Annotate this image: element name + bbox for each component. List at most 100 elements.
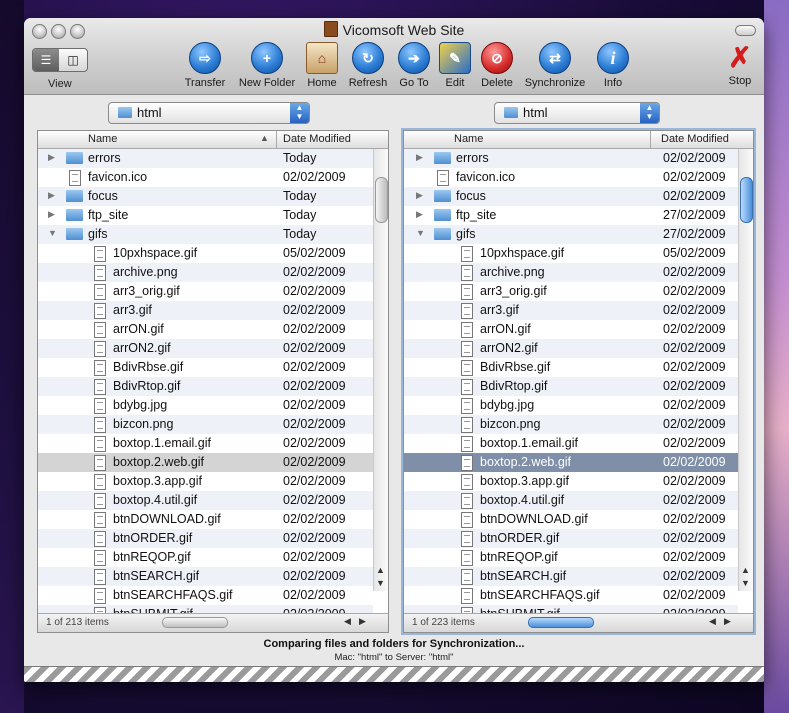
file-row[interactable]: btnSEARCHFAQS.gif 02/02/2009: [38, 586, 373, 605]
file-row[interactable]: BdivRtop.gif 02/02/2009: [404, 377, 738, 396]
folder-row[interactable]: ▶ focus 02/02/2009: [404, 187, 738, 206]
name-column-header[interactable]: Name: [454, 133, 483, 145]
disclosure-collapsed-icon[interactable]: ▶: [416, 209, 423, 220]
scroll-left-icon[interactable]: ◀: [344, 616, 351, 627]
disclosure-collapsed-icon[interactable]: ▶: [48, 209, 55, 220]
scroll-down-icon[interactable]: ▼: [376, 578, 385, 588]
file-row[interactable]: arrON2.gif 02/02/2009: [38, 339, 373, 358]
new-folder-button[interactable]: + New Folder: [236, 42, 298, 89]
file-row[interactable]: boxtop.3.app.gif 02/02/2009: [404, 472, 738, 491]
column-divider[interactable]: [276, 131, 277, 148]
file-date: 02/02/2009: [283, 341, 346, 355]
file-row[interactable]: arrON2.gif 02/02/2009: [404, 339, 738, 358]
left-location-popup[interactable]: html ▲ ▼: [108, 102, 310, 124]
synchronize-button[interactable]: ⇄ Synchronize: [521, 42, 589, 89]
disclosure-collapsed-icon[interactable]: ▶: [416, 152, 423, 163]
file-row[interactable]: boxtop.2.web.gif 02/02/2009: [404, 453, 738, 472]
list-view-icon[interactable]: ☰: [33, 49, 59, 71]
refresh-button[interactable]: ↻ Refresh: [346, 42, 390, 89]
file-row[interactable]: arr3_orig.gif 02/02/2009: [404, 282, 738, 301]
file-row[interactable]: btnSEARCH.gif 02/02/2009: [38, 567, 373, 586]
file-row[interactable]: arr3_orig.gif 02/02/2009: [38, 282, 373, 301]
right-location-popup[interactable]: html ▲ ▼: [494, 102, 660, 124]
file-row[interactable]: btnREQOP.gif 02/02/2009: [38, 548, 373, 567]
file-row[interactable]: arr3.gif 02/02/2009: [38, 301, 373, 320]
right-vertical-scrollbar[interactable]: ▲ ▼: [738, 149, 753, 591]
file-row[interactable]: btnSEARCH.gif 02/02/2009: [404, 567, 738, 586]
file-row[interactable]: arrON.gif 02/02/2009: [404, 320, 738, 339]
column-divider[interactable]: [650, 131, 651, 148]
folder-row[interactable]: ▼ gifs 27/02/2009: [404, 225, 738, 244]
file-row[interactable]: boxtop.3.app.gif 02/02/2009: [38, 472, 373, 491]
folder-row[interactable]: ▶ ftp_site Today: [38, 206, 373, 225]
scroll-left-icon[interactable]: ◀: [709, 616, 716, 627]
column-view-icon[interactable]: ◫: [60, 49, 86, 71]
file-row[interactable]: archive.png 02/02/2009: [38, 263, 373, 282]
document-icon: [69, 170, 81, 186]
file-row[interactable]: btnDOWNLOAD.gif 02/02/2009: [38, 510, 373, 529]
date-column-header[interactable]: Date Modified: [283, 133, 351, 145]
file-row[interactable]: boxtop.4.util.gif 02/02/2009: [38, 491, 373, 510]
file-row[interactable]: boxtop.4.util.gif 02/02/2009: [404, 491, 738, 510]
transfer-button[interactable]: ⇨ Transfer: [182, 42, 228, 89]
info-icon: i: [597, 42, 629, 74]
file-row[interactable]: bdybg.jpg 02/02/2009: [404, 396, 738, 415]
name-column-header[interactable]: Name: [88, 133, 117, 145]
local-file-pane[interactable]: Name ▲ Date Modified ▶ errors Today favicon…: [37, 130, 389, 633]
left-horizontal-scroll-thumb[interactable]: [162, 617, 228, 628]
folder-icon: [118, 107, 132, 118]
file-row[interactable]: archive.png 02/02/2009: [404, 263, 738, 282]
right-horizontal-scroll-thumb[interactable]: [528, 617, 594, 628]
date-column-header[interactable]: Date Modified: [661, 133, 729, 145]
disclosure-collapsed-icon[interactable]: ▶: [416, 190, 423, 201]
file-row[interactable]: bdybg.jpg 02/02/2009: [38, 396, 373, 415]
file-row[interactable]: favicon.ico 02/02/2009: [38, 168, 373, 187]
disclosure-collapsed-icon[interactable]: ▶: [48, 152, 55, 163]
home-button[interactable]: ⌂ Home: [304, 42, 340, 89]
file-row[interactable]: 10pxhspace.gif 05/02/2009: [38, 244, 373, 263]
file-row[interactable]: favicon.ico 02/02/2009: [404, 168, 738, 187]
file-row[interactable]: BdivRtop.gif 02/02/2009: [38, 377, 373, 396]
file-row[interactable]: boxtop.1.email.gif 02/02/2009: [404, 434, 738, 453]
scroll-up-icon[interactable]: ▲: [741, 565, 750, 575]
stop-button[interactable]: ✗ Stop: [724, 42, 756, 88]
file-row[interactable]: bizcon.png 02/02/2009: [404, 415, 738, 434]
file-row[interactable]: btnORDER.gif 02/02/2009: [38, 529, 373, 548]
file-row[interactable]: btnDOWNLOAD.gif 02/02/2009: [404, 510, 738, 529]
server-file-pane[interactable]: Name Date Modified ▶ errors 02/02/2009 favi…: [403, 130, 754, 633]
edit-button[interactable]: ✎ Edit: [438, 42, 472, 89]
folder-row[interactable]: ▶ errors 02/02/2009: [404, 149, 738, 168]
delete-button[interactable]: ⊘ Delete: [478, 42, 516, 89]
folder-icon: [434, 152, 451, 164]
folder-row[interactable]: ▶ focus Today: [38, 187, 373, 206]
scroll-right-icon[interactable]: ▶: [724, 616, 731, 627]
file-name: arr3_orig.gif: [113, 284, 180, 298]
file-row[interactable]: boxtop.1.email.gif 02/02/2009: [38, 434, 373, 453]
toolbar-toggle-button[interactable]: [735, 25, 756, 36]
file-row[interactable]: btnSEARCHFAQS.gif 02/02/2009: [404, 586, 738, 605]
folder-row[interactable]: ▶ ftp_site 27/02/2009: [404, 206, 738, 225]
disclosure-collapsed-icon[interactable]: ▶: [48, 190, 55, 201]
disclosure-expanded-icon[interactable]: ▼: [48, 228, 57, 238]
file-row[interactable]: BdivRbse.gif 02/02/2009: [404, 358, 738, 377]
document-icon: [461, 246, 473, 262]
scroll-up-icon[interactable]: ▲: [376, 565, 385, 575]
disclosure-expanded-icon[interactable]: ▼: [416, 228, 425, 238]
folder-row[interactable]: ▼ gifs Today: [38, 225, 373, 244]
folder-row[interactable]: ▶ errors Today: [38, 149, 373, 168]
file-row[interactable]: boxtop.2.web.gif 02/02/2009: [38, 453, 373, 472]
file-row[interactable]: btnORDER.gif 02/02/2009: [404, 529, 738, 548]
left-scroll-thumb[interactable]: [375, 177, 388, 223]
file-row[interactable]: bizcon.png 02/02/2009: [38, 415, 373, 434]
right-scroll-thumb[interactable]: [740, 177, 753, 223]
info-button[interactable]: i Info: [597, 42, 629, 89]
goto-button[interactable]: ➔ Go To: [396, 42, 432, 89]
left-vertical-scrollbar[interactable]: ▲ ▼: [373, 149, 388, 591]
scroll-down-icon[interactable]: ▼: [741, 578, 750, 588]
file-row[interactable]: arrON.gif 02/02/2009: [38, 320, 373, 339]
scroll-right-icon[interactable]: ▶: [359, 616, 366, 627]
file-row[interactable]: BdivRbse.gif 02/02/2009: [38, 358, 373, 377]
file-row[interactable]: 10pxhspace.gif 05/02/2009: [404, 244, 738, 263]
file-row[interactable]: arr3.gif 02/02/2009: [404, 301, 738, 320]
file-row[interactable]: btnREQOP.gif 02/02/2009: [404, 548, 738, 567]
